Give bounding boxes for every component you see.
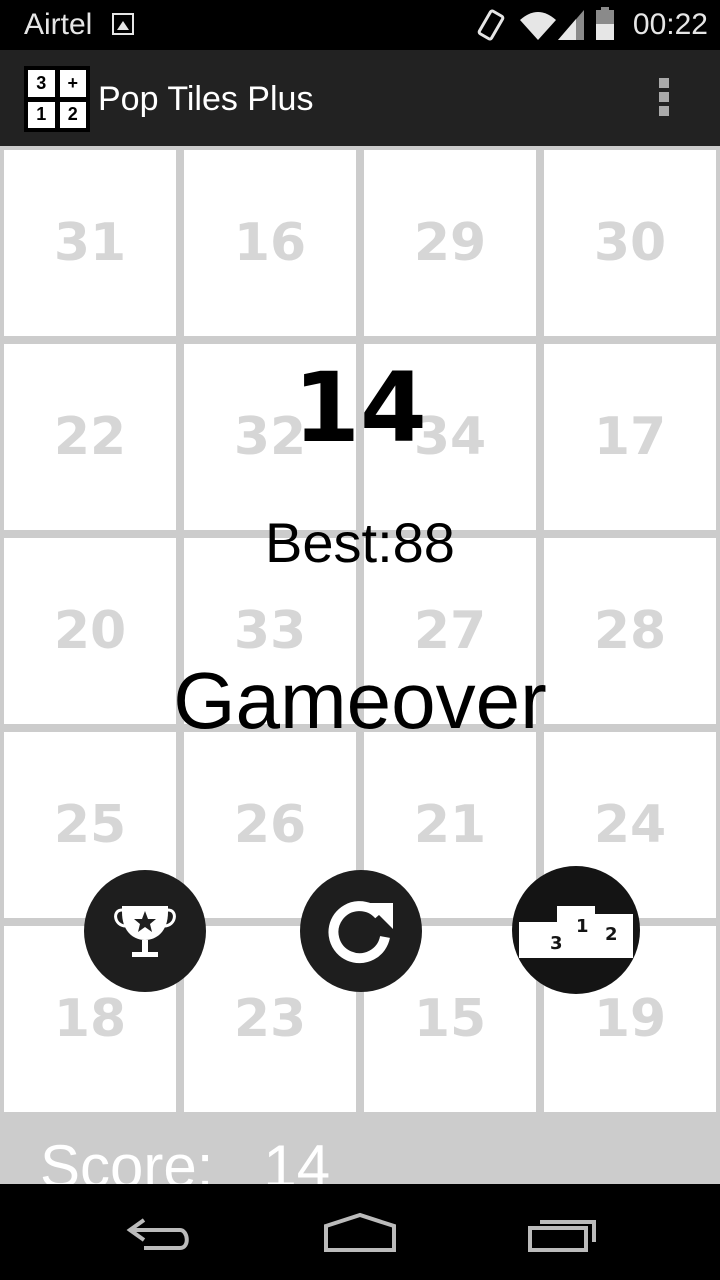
tile[interactable]: 29 (364, 150, 536, 336)
score-bar: Score: 14 (0, 1118, 720, 1184)
current-score: Score: 14 (40, 1133, 331, 1184)
signal-icon (558, 10, 584, 40)
carrier-name: Airtel (24, 8, 93, 41)
image-notification-icon (112, 13, 134, 35)
logo-digit: 3 (28, 70, 55, 97)
recent-apps-icon[interactable] (526, 1214, 600, 1254)
podium-second-label: 2 (605, 924, 618, 945)
navigation-bar (0, 1184, 720, 1280)
wifi-icon (520, 12, 556, 40)
back-icon[interactable] (124, 1214, 196, 1254)
battery-icon (596, 7, 614, 40)
podium-icon: 3 1 2 (519, 906, 633, 958)
overflow-menu-icon[interactable] (652, 78, 676, 120)
vibrate-icon (477, 9, 505, 41)
tile[interactable]: 16 (184, 150, 356, 336)
trophy-star-icon (114, 906, 176, 957)
app-title: Pop Tiles Plus (98, 80, 314, 118)
home-icon[interactable] (322, 1212, 398, 1254)
best-score: Best:88 (265, 511, 455, 574)
leaderboard-button[interactable]: 3 1 2 (512, 866, 640, 994)
refresh-icon (328, 901, 393, 964)
action-bar: 3 + 1 2 Pop Tiles Plus (0, 50, 720, 146)
logo-digit: 2 (59, 101, 86, 128)
status-clock: 00:22 (632, 8, 708, 41)
achievements-button[interactable] (84, 870, 206, 992)
podium-third-label: 3 (550, 933, 563, 954)
final-score: 14 (293, 352, 427, 464)
logo-digit: 1 (28, 101, 55, 128)
podium-first-label: 1 (576, 916, 589, 937)
tile[interactable]: 31 (4, 150, 176, 336)
restart-button[interactable] (300, 870, 422, 992)
tile[interactable]: 30 (544, 150, 716, 336)
app-logo-icon: 3 + 1 2 (24, 66, 90, 132)
gameover-message: Gameover (173, 656, 547, 745)
logo-digit: + (59, 70, 86, 97)
status-bar: Airtel 00:22 (0, 0, 720, 50)
